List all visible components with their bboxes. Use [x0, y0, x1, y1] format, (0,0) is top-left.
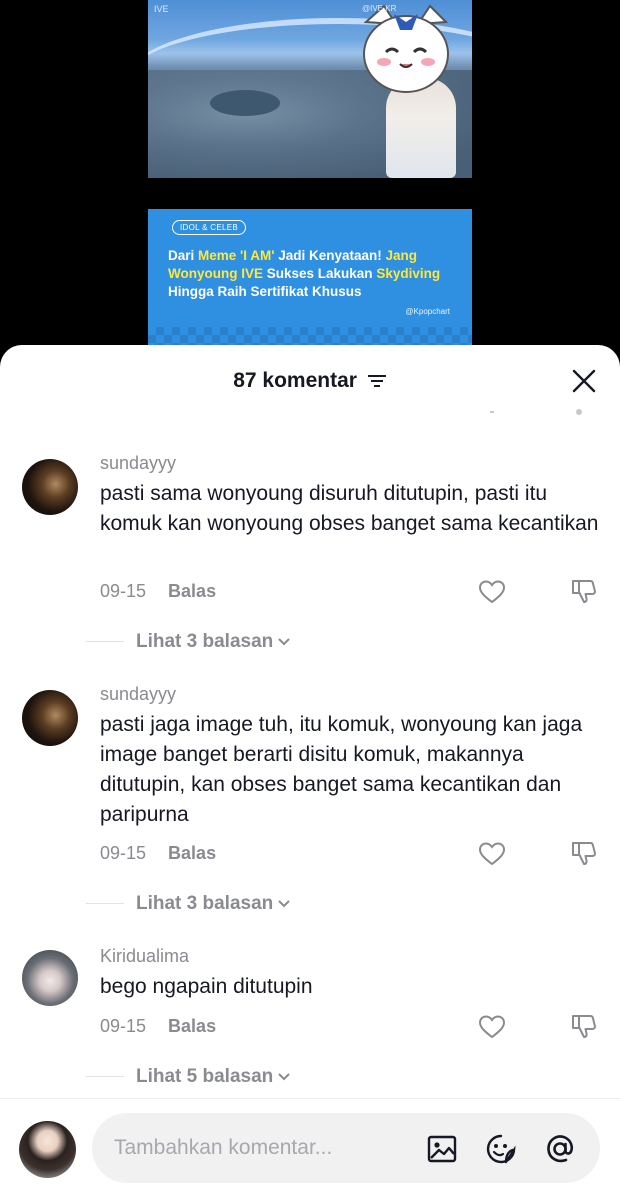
comment-username[interactable]: Kiridualima: [100, 946, 189, 967]
comment-date: 09-15: [100, 581, 147, 601]
heart-icon[interactable]: [478, 1014, 506, 1040]
view-replies-label: Lihat 5 balasan: [136, 1066, 274, 1087]
thumbs-down-icon[interactable]: [570, 577, 598, 605]
view-replies-label: Lihat 3 balasan: [136, 893, 274, 914]
reply-button[interactable]: Balas: [168, 1016, 216, 1036]
comment-meta: 09-15 Balas: [100, 581, 216, 602]
at-icon[interactable]: [544, 1133, 576, 1165]
comment-username[interactable]: sundayyy: [100, 684, 176, 705]
watermark-tag: @IVE KR: [362, 4, 397, 13]
news-banner: IDOL & CELEB Dari Meme 'I AM' Jadi Kenya…: [148, 209, 472, 359]
lake-shape: [210, 90, 280, 116]
comment-text: bego ngapain ditutupin: [100, 975, 313, 998]
comment-text: pasti jaga image tuh, itu komuk, wonyoun…: [100, 713, 583, 826]
thumbs-down-icon[interactable]: [570, 839, 598, 867]
composer-divider: [0, 1098, 620, 1099]
cat-mascot-sticker: [363, 4, 449, 93]
headline-part: Hingga Raih Sertifikat Khusus: [168, 284, 362, 299]
headline-part: Jadi Kenyataan!: [274, 248, 386, 263]
chevron-down-icon: [278, 638, 290, 646]
heart-icon[interactable]: [478, 841, 506, 867]
emoji-icon[interactable]: [485, 1133, 517, 1165]
scroll-hint: [490, 409, 582, 419]
view-replies-button[interactable]: Lihat 5 balasan: [86, 1066, 291, 1090]
comments-title[interactable]: 87 komentar: [0, 369, 620, 393]
chevron-down-icon: [278, 900, 290, 908]
comment-input[interactable]: [114, 1133, 414, 1163]
avatar[interactable]: [22, 690, 78, 746]
avatar[interactable]: [22, 950, 78, 1006]
headline-part: Sukses Lakukan: [263, 266, 377, 281]
close-icon[interactable]: [570, 367, 598, 395]
banner-source: @Kpopchart: [405, 307, 450, 316]
comment-meta: 09-15 Balas: [100, 843, 216, 864]
avatar[interactable]: [22, 459, 78, 515]
reply-button[interactable]: Balas: [168, 581, 216, 601]
comment-count: 87 komentar: [233, 369, 357, 392]
comment-date: 09-15: [100, 1016, 147, 1036]
headline-highlight: Meme 'I AM': [198, 248, 275, 263]
comment-username[interactable]: sundayyy: [100, 453, 176, 474]
my-avatar[interactable]: [19, 1121, 76, 1178]
heart-icon[interactable]: [478, 579, 506, 605]
view-replies-label: Lihat 3 balasan: [136, 631, 274, 652]
category-chip: IDOL & CELEB: [172, 220, 246, 235]
view-replies-button[interactable]: Lihat 3 balasan: [86, 893, 291, 917]
banner-headline: Dari Meme 'I AM' Jadi Kenyataan! Jang Wo…: [168, 247, 468, 301]
reply-button[interactable]: Balas: [168, 843, 216, 863]
comment-text: pasti sama wonyoung disuruh ditutupin, p…: [100, 482, 599, 535]
video-player[interactable]: IVE @IVE KR IDOL & CELEB Dari Meme 'I AM…: [0, 0, 620, 360]
chevron-down-icon: [278, 1073, 290, 1081]
channel-tag: IVE: [154, 4, 169, 14]
thumbs-down-icon[interactable]: [570, 1012, 598, 1040]
headline-part: Dari: [168, 248, 199, 263]
video-frame-skydiving: IVE @IVE KR: [148, 0, 472, 178]
view-replies-button[interactable]: Lihat 3 balasan: [86, 631, 291, 655]
filter-icon[interactable]: [367, 373, 387, 389]
comment-meta: 09-15 Balas: [100, 1016, 216, 1037]
comment-date: 09-15: [100, 843, 147, 863]
comments-sheet: 87 komentar sundayyy pasti sama wonyoung…: [0, 345, 620, 1200]
headline-highlight: Jang: [385, 248, 418, 263]
comment-composer: [92, 1113, 600, 1183]
headline-highlight: Skydiving: [376, 266, 441, 281]
comments-header: 87 komentar: [0, 345, 620, 417]
headline-highlight: Wonyoung IVE: [168, 266, 263, 281]
image-icon[interactable]: [426, 1133, 458, 1165]
